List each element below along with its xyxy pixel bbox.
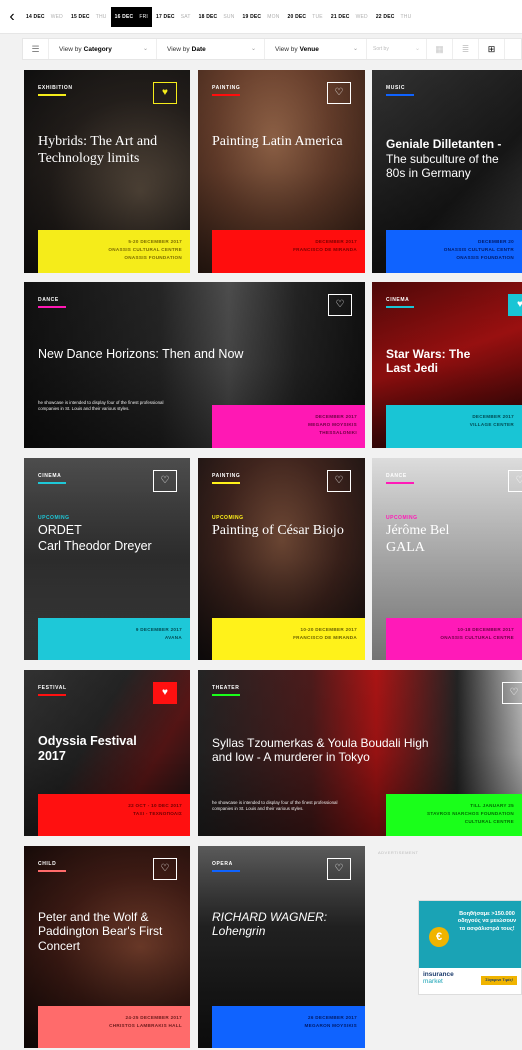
event-card-ordet[interactable]: CINEMA ♡ UPCOMING ORDET Carl Theodor Dre… [24,458,190,660]
event-info-strip: 5-20 DECEMBER 2017 ONASSIS CULTURAL CENT… [38,230,190,273]
event-card-cesar-biojo[interactable]: PAINTING ♡ UPCOMING Painting of César Bi… [198,458,365,660]
event-title: Painting of César Biojo [212,523,344,538]
heart-icon[interactable]: ♡ [328,294,352,316]
event-subtitle: Carl Theodor Dreyer [38,539,152,553]
event-description: he showcase is intended to display four … [38,400,164,412]
event-description: he showcase is intended to display four … [212,800,338,812]
previous-dates-arrow-icon[interactable]: ‹ [4,6,20,28]
chevron-down-icon: ⌄ [142,46,148,52]
event-title: Star Wars: The Last Jedi [386,347,471,376]
date-item[interactable]: 19 DEC MON [239,7,284,27]
date-select[interactable]: View by Date ⌄ [157,39,265,59]
event-info-strip: DECEMBER 2017 VILLAGE CENTER [386,405,522,448]
event-card-painting-latin[interactable]: PAINTING ♡ Painting Latin America DECEMB… [198,70,365,273]
event-card-dance-horizons[interactable]: DANCE ♡ New Dance Horizons: Then and Now… [24,282,365,448]
event-category: CINEMA [38,473,62,479]
chevron-down-icon: ⌄ [352,46,358,52]
event-info-strip: 9 DECEMBER 2017 AVANA [38,618,190,660]
event-title: Painting Latin America [212,134,343,149]
filter-bar: ☰ View by Category ⌄ View by Date ⌄ View b… [22,38,522,60]
heart-icon[interactable]: ♡ [327,470,351,492]
event-category: CHILD [38,861,57,867]
upcoming-badge: UPCOMING [386,515,418,521]
event-info-strip: DECEMBER 2017 FRANCISCO DE MIRANDA [212,230,365,273]
event-category: PAINTING [212,85,241,91]
grid-view-icon[interactable]: ⊞ [479,39,505,59]
heart-icon[interactable]: ♡ [327,82,351,104]
heart-icon[interactable]: ♥ [153,82,177,104]
event-card-odyssia[interactable]: FESTIVAL ♥ Odyssia Festival 2017 22 OCT … [24,670,190,836]
date-item[interactable]: 22 DEC THU [372,7,416,27]
event-card-geniale[interactable]: MUSIC Geniale Dilletanten - The subcultu… [372,70,522,273]
date-item-selected[interactable]: 16 DEC FRI [110,6,152,27]
ad-headline: Βοηθήσαμε >150.000 οδηγούς να μειώσουν τ… [457,911,517,932]
sort-select[interactable]: Sort by ⌄ [367,39,427,59]
filter-sliders-icon[interactable]: ☰ [23,39,49,59]
date-item[interactable]: 14 DEC WED [22,7,67,27]
event-title: Hybrids: The Art and Technology limits [38,134,158,166]
chevron-down-icon: ⌄ [414,46,420,52]
insurance-market-logo: insurance market [423,971,454,986]
event-info-strip: 10-18 DECEMBER 2017 ONASSIS CULTURAL CEN… [386,618,522,660]
event-category: CINEMA [386,297,410,303]
event-title: Geniale Dilletanten - [386,137,502,151]
heart-icon[interactable]: ♥ [153,682,177,704]
date-item[interactable]: 18 DEC SUN [195,7,239,27]
event-card-jerome-bel[interactable]: DANCE ♡ UPCOMING Jérôme Bel GALA 10-18 D… [372,458,522,660]
heart-icon[interactable]: ♡ [508,470,522,492]
event-info-strip: 26 DECEMBER 2017 MEGARON MOYSIKIS [212,1006,365,1048]
event-title: Peter and the Wolf & Paddington Bear's F… [38,910,163,953]
event-category: MUSIC [386,85,406,91]
event-card-syllas[interactable]: THEATER ♡ Syllas Tzoumerkas & Youla Boud… [198,670,522,836]
event-info-strip: 22 OCT - 10 DEC 2017 ΤΑΞΙ - ΤΕΧΝΟΠΟΛΙΣ [38,794,190,836]
compare-prices-button[interactable]: Σύγκρινε Τιμές! [481,976,517,985]
event-category: FESTIVAL [38,685,67,691]
date-item[interactable]: 17 DEC SAT [152,7,195,27]
heart-icon[interactable]: ♡ [502,682,522,704]
event-info-strip: 10-20 DECEMBER 2017 FRANCISCO DE MIRANDA [212,618,365,660]
event-title: ORDET [38,523,82,537]
heart-icon[interactable]: ♡ [327,858,351,880]
event-card-wagner[interactable]: OPERA ♡ RICHARD WAGNER: Lohengrin 26 DEC… [198,846,365,1048]
event-title: New Dance Horizons: Then and Now [38,347,244,361]
event-card-hybrids[interactable]: EXHIBITION ♥ Hybrids: The Art and Techno… [24,70,190,273]
venue-select[interactable]: View by Venue ⌄ [265,39,367,59]
event-title: Jérôme Bel GALA [386,523,450,555]
date-strip: ‹ 14 DEC WED 15 DEC THU 16 DEC FRI 17 DEC SA… [0,0,522,34]
date-item[interactable]: 15 DEC THU [67,7,111,27]
chevron-down-icon: ⌄ [250,46,256,52]
event-title: RICHARD WAGNER: Lohengrin [212,910,328,939]
heart-icon[interactable]: ♡ [153,858,177,880]
category-select[interactable]: View by Category ⌄ [49,39,157,59]
list-view-icon[interactable]: ≣ [453,39,479,59]
event-info-strip: DECEMBER 20 ONASSIS CULTURAL CENTR ONASS… [386,230,522,273]
event-info-strip: 24-25 DECEMBER 2017 CHRISTOS LAMBRAKIS H… [38,1006,190,1048]
event-title: Syllas Tzoumerkas & Youla Boudali High a… [212,736,429,765]
event-card-star-wars[interactable]: CINEMA ♥ Star Wars: The Last Jedi DECEMB… [372,282,522,448]
upcoming-badge: UPCOMING [38,515,70,521]
insurance-ad-banner[interactable]: € Βοηθήσαμε >150.000 οδηγούς να μειώσουν… [418,900,522,995]
calendar-view-icon[interactable]: ▦ [427,39,453,59]
euro-coin-icon: € [429,927,449,947]
ad-label: ADVERTISEMENT [378,850,419,855]
event-category: EXHIBITION [38,85,73,91]
event-category: THEATER [212,685,240,691]
event-info-strip: DECEMBER 2017 MEGARO MOYSIKIS THESSALONI… [212,405,365,448]
date-item[interactable]: 21 DEC WED [327,7,372,27]
upcoming-badge: UPCOMING [212,515,244,521]
event-category: OPERA [212,861,233,867]
heart-icon[interactable]: ♥ [508,294,522,316]
event-category: DANCE [386,473,407,479]
event-info-strip: TILL JANUARY 25 STAVROS NIARCHOS FOUNDAT… [386,794,522,836]
heart-icon[interactable]: ♡ [153,470,177,492]
event-category: DANCE [38,297,59,303]
event-title: Odyssia Festival 2017 [38,734,137,763]
date-item[interactable]: 20 DEC TUE [284,7,327,27]
event-card-peter-wolf[interactable]: CHILD ♡ Peter and the Wolf & Paddington … [24,846,190,1048]
event-category: PAINTING [212,473,241,479]
event-subtitle: The subculture of the 80s in Germany [386,152,499,181]
